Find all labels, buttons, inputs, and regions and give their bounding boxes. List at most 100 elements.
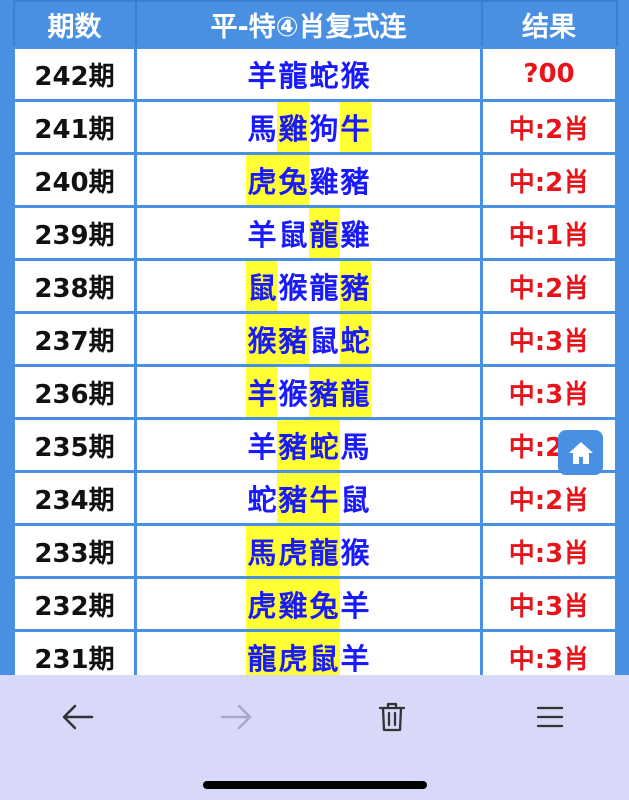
zodiac-char: 鼠 bbox=[309, 324, 339, 358]
zodiac-char: 馬 bbox=[247, 112, 277, 146]
period-cell: 236期 bbox=[12, 364, 137, 420]
result-cell: 中:3肖 bbox=[480, 311, 618, 367]
floating-home-button[interactable] bbox=[558, 430, 603, 475]
zodiac-cell: 虎兔雞豬 bbox=[134, 152, 483, 208]
zodiac-cell: 羊鼠龍雞 bbox=[134, 205, 483, 261]
zodiac-char-highlighted: 羊 bbox=[246, 367, 278, 417]
zodiac-char: 猴 bbox=[340, 536, 370, 570]
zodiac-char: 鼠 bbox=[278, 218, 308, 252]
result-cell: 中:3肖 bbox=[480, 629, 618, 675]
zodiac-char-highlighted: 雞 bbox=[277, 579, 309, 629]
period-cell: 237期 bbox=[12, 311, 137, 367]
zodiac-char-highlighted: 鼠 bbox=[308, 632, 340, 675]
period-cell: 238期 bbox=[12, 258, 137, 314]
zodiac-char-highlighted: 牛 bbox=[308, 473, 340, 523]
forward-button[interactable] bbox=[211, 695, 261, 739]
zodiac-char-highlighted: 蛇 bbox=[308, 420, 340, 470]
zodiac-char: 狗 bbox=[309, 112, 339, 146]
zodiac-char: 龍 bbox=[278, 59, 308, 93]
result-cell: 中:2肖 bbox=[480, 470, 618, 526]
period-cell: 239期 bbox=[12, 205, 137, 261]
zodiac-char-highlighted: 雞 bbox=[277, 102, 309, 152]
table-header-row: 期数 平-特④肖复式连 结果 bbox=[12, 0, 618, 49]
zodiac-char-highlighted: 虎 bbox=[277, 526, 309, 576]
period-cell: 241期 bbox=[12, 99, 137, 155]
result-cell: 中:3肖 bbox=[480, 364, 618, 420]
zodiac-char-highlighted: 龍 bbox=[308, 526, 340, 576]
zodiac-char: 羊 bbox=[247, 430, 277, 464]
period-cell: 235期 bbox=[12, 417, 137, 473]
zodiac-char-highlighted: 蛇 bbox=[339, 314, 371, 364]
zodiac-cell: 馬虎龍猴 bbox=[134, 523, 483, 579]
zodiac-cell: 羊豬蛇馬 bbox=[134, 417, 483, 473]
period-cell: 242期 bbox=[12, 46, 137, 102]
zodiac-char-highlighted: 虎 bbox=[246, 155, 278, 205]
period-cell: 231期 bbox=[12, 629, 137, 675]
zodiac-char: 龍 bbox=[309, 271, 339, 305]
zodiac-char-highlighted: 豬 bbox=[339, 261, 371, 311]
zodiac-char-highlighted: 豬 bbox=[277, 314, 309, 364]
zodiac-char-highlighted: 龍 bbox=[246, 632, 278, 675]
delete-button[interactable] bbox=[367, 695, 417, 739]
header-result: 结果 bbox=[480, 0, 618, 49]
period-cell: 240期 bbox=[12, 152, 137, 208]
zodiac-cell: 羊龍蛇猴 bbox=[134, 46, 483, 102]
zodiac-char: 羊 bbox=[247, 218, 277, 252]
table-row: 239期 羊鼠龍雞 中:1肖 bbox=[12, 205, 618, 261]
results-table-container: 期数 平-特④肖复式连 结果 242期 羊龍蛇猴 ?00 241期 馬雞狗牛 中:2肖 24… bbox=[0, 0, 629, 675]
back-button[interactable] bbox=[53, 695, 103, 739]
zodiac-char-highlighted: 牛 bbox=[339, 102, 371, 152]
zodiac-char-highlighted: 豬 bbox=[277, 473, 309, 523]
zodiac-cell: 羊猴豬龍 bbox=[134, 364, 483, 420]
header-period: 期数 bbox=[12, 0, 137, 49]
zodiac-char-highlighted: 豬 bbox=[308, 367, 340, 417]
zodiac-char: 猴 bbox=[340, 59, 370, 93]
arrow-left-icon bbox=[62, 704, 94, 730]
results-table: 期数 平-特④肖复式连 结果 242期 羊龍蛇猴 ?00 241期 馬雞狗牛 中:2肖 24… bbox=[12, 0, 618, 675]
result-cell: ?00 bbox=[480, 46, 618, 102]
zodiac-char-highlighted: 兔 bbox=[308, 579, 340, 629]
hamburger-menu-icon bbox=[536, 706, 564, 728]
table-row: 234期 蛇豬牛鼠 中:2肖 bbox=[12, 470, 618, 526]
table-row: 231期 龍虎鼠羊 中:3肖 bbox=[12, 629, 618, 675]
period-cell: 233期 bbox=[12, 523, 137, 579]
table-row: 235期 羊豬蛇馬 中:2肖 bbox=[12, 417, 618, 473]
table-border-left bbox=[0, 0, 10, 675]
zodiac-char-highlighted: 猴 bbox=[246, 314, 278, 364]
table-border-right bbox=[617, 0, 629, 675]
table-row: 240期 虎兔雞豬 中:2肖 bbox=[12, 152, 618, 208]
table-body: 242期 羊龍蛇猴 ?00 241期 馬雞狗牛 中:2肖 240期 虎兔雞豬 中:2肖 239期羊… bbox=[12, 46, 618, 675]
zodiac-char-highlighted: 馬 bbox=[246, 526, 278, 576]
table-row: 241期 馬雞狗牛 中:2肖 bbox=[12, 99, 618, 155]
zodiac-char: 羊 bbox=[340, 642, 370, 675]
zodiac-char-highlighted: 兔 bbox=[277, 155, 309, 205]
result-cell: 中:2肖 bbox=[480, 258, 618, 314]
zodiac-char: 雞 bbox=[340, 218, 370, 252]
home-icon bbox=[568, 441, 593, 464]
zodiac-char-highlighted: 龍 bbox=[339, 367, 371, 417]
home-indicator[interactable] bbox=[203, 781, 427, 789]
zodiac-char: 蛇 bbox=[309, 59, 339, 93]
table-row: 233期 馬虎龍猴 中:3肖 bbox=[12, 523, 618, 579]
table-row: 242期 羊龍蛇猴 ?00 bbox=[12, 46, 618, 102]
table-row: 232期 虎雞兔羊 中:3肖 bbox=[12, 576, 618, 632]
zodiac-char-highlighted: 豬 bbox=[277, 420, 309, 470]
result-cell: 中:1肖 bbox=[480, 205, 618, 261]
table-row: 238期 鼠猴龍豬 中:2肖 bbox=[12, 258, 618, 314]
zodiac-cell: 龍虎鼠羊 bbox=[134, 629, 483, 675]
zodiac-cell: 猴豬鼠蛇 bbox=[134, 311, 483, 367]
period-cell: 232期 bbox=[12, 576, 137, 632]
zodiac-char-highlighted: 虎 bbox=[246, 579, 278, 629]
menu-button[interactable] bbox=[525, 695, 575, 739]
browser-toolbar bbox=[0, 675, 629, 800]
zodiac-cell: 蛇豬牛鼠 bbox=[134, 470, 483, 526]
zodiac-cell: 馬雞狗牛 bbox=[134, 99, 483, 155]
period-cell: 234期 bbox=[12, 470, 137, 526]
arrow-right-icon bbox=[220, 704, 252, 730]
zodiac-char: 猴 bbox=[278, 271, 308, 305]
result-cell: 中:2肖 bbox=[480, 99, 618, 155]
trash-icon bbox=[378, 702, 406, 732]
zodiac-cell: 虎雞兔羊 bbox=[134, 576, 483, 632]
table-row: 236期 羊猴豬龍 中:3肖 bbox=[12, 364, 618, 420]
result-cell: 中:3肖 bbox=[480, 523, 618, 579]
